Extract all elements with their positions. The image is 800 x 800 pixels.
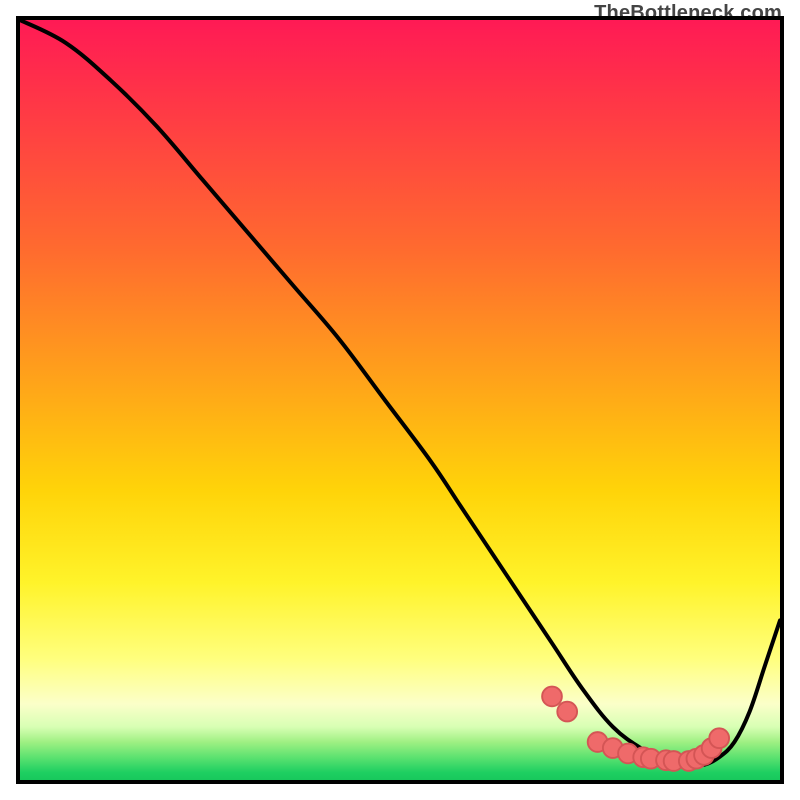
valley-marker bbox=[709, 728, 729, 748]
valley-marker bbox=[542, 687, 562, 707]
valley-marker bbox=[557, 702, 577, 722]
chart-container: TheBottleneck.com bbox=[0, 0, 800, 800]
bottleneck-curve bbox=[20, 20, 780, 766]
plot-area bbox=[16, 16, 784, 784]
chart-svg bbox=[20, 20, 780, 780]
valley-markers-group bbox=[542, 687, 729, 771]
